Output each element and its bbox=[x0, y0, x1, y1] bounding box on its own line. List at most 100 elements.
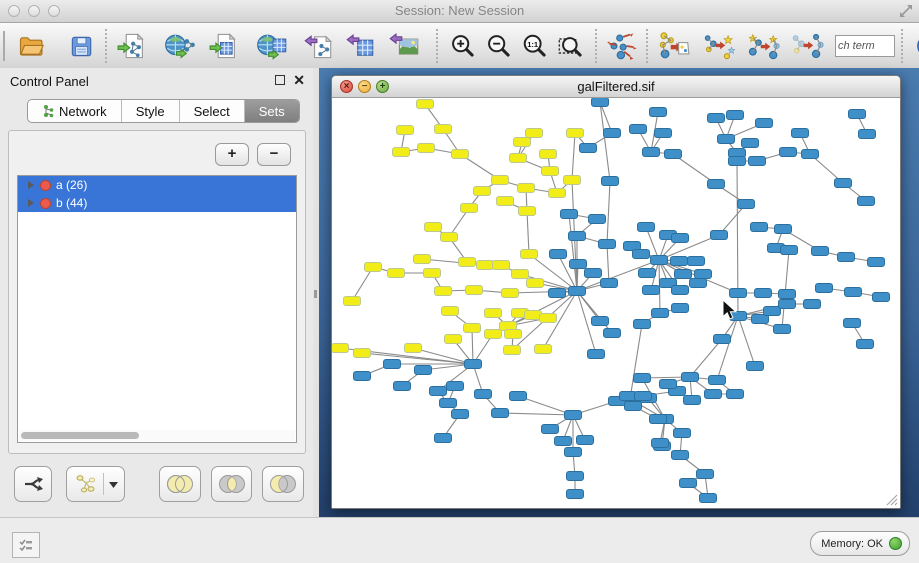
network-node[interactable] bbox=[365, 263, 382, 272]
network-graph[interactable] bbox=[332, 98, 900, 508]
network-node[interactable] bbox=[570, 260, 587, 269]
network-node[interactable] bbox=[415, 366, 432, 375]
network-node[interactable] bbox=[604, 129, 621, 138]
network-node[interactable] bbox=[464, 324, 481, 333]
set-row-a[interactable]: a (26) bbox=[18, 176, 296, 194]
network-node[interactable] bbox=[779, 300, 796, 309]
network-node[interactable] bbox=[585, 269, 602, 278]
network-node[interactable] bbox=[638, 223, 655, 232]
network-node[interactable] bbox=[711, 231, 728, 240]
expand-triangle-icon[interactable] bbox=[28, 199, 34, 207]
network-edge[interactable] bbox=[472, 328, 473, 364]
network-node[interactable] bbox=[625, 402, 642, 411]
import-network-url-button[interactable] bbox=[162, 28, 198, 64]
network-node[interactable] bbox=[620, 392, 637, 401]
network-node[interactable] bbox=[873, 293, 890, 302]
network-node[interactable] bbox=[540, 314, 557, 323]
network-node[interactable] bbox=[697, 470, 714, 479]
network-node[interactable] bbox=[519, 207, 536, 216]
network-node[interactable] bbox=[442, 307, 459, 316]
network-node[interactable] bbox=[708, 114, 725, 123]
show-all-button[interactable] bbox=[789, 28, 825, 64]
network-node[interactable] bbox=[727, 111, 744, 120]
apply-layout-button[interactable] bbox=[604, 28, 640, 64]
network-node[interactable] bbox=[812, 247, 829, 256]
network-node[interactable] bbox=[492, 409, 509, 418]
network-node[interactable] bbox=[671, 257, 688, 266]
union-sets-button[interactable] bbox=[159, 466, 201, 502]
network-node[interactable] bbox=[332, 344, 349, 353]
network-node[interactable] bbox=[643, 148, 660, 157]
network-node[interactable] bbox=[655, 129, 672, 138]
network-node[interactable] bbox=[393, 148, 410, 157]
network-node[interactable] bbox=[592, 317, 609, 326]
scrollbar-thumb[interactable] bbox=[21, 432, 139, 439]
network-node[interactable] bbox=[844, 319, 861, 328]
network-edge[interactable] bbox=[630, 324, 642, 399]
network-node[interactable] bbox=[569, 232, 586, 241]
network-node[interactable] bbox=[755, 289, 772, 298]
network-node[interactable] bbox=[394, 382, 411, 391]
create-set-from-network-button[interactable] bbox=[66, 466, 125, 502]
network-node[interactable] bbox=[675, 270, 692, 279]
network-node[interactable] bbox=[540, 150, 557, 159]
frame-resize-grip[interactable] bbox=[886, 494, 898, 506]
network-node[interactable] bbox=[775, 225, 792, 234]
network-node[interactable] bbox=[652, 309, 669, 318]
network-node[interactable] bbox=[418, 144, 435, 153]
network-node[interactable] bbox=[792, 129, 809, 138]
network-node[interactable] bbox=[447, 382, 464, 391]
network-node[interactable] bbox=[477, 261, 494, 270]
network-node[interactable] bbox=[510, 154, 527, 163]
network-node[interactable] bbox=[727, 390, 744, 399]
network-node[interactable] bbox=[802, 150, 819, 159]
network-edge[interactable] bbox=[413, 348, 473, 364]
network-node[interactable] bbox=[344, 297, 361, 306]
network-node[interactable] bbox=[708, 180, 725, 189]
network-node[interactable] bbox=[751, 223, 768, 232]
network-node[interactable] bbox=[493, 261, 510, 270]
zoom-out-button[interactable] bbox=[481, 28, 517, 64]
network-node[interactable] bbox=[535, 345, 552, 354]
network-node[interactable] bbox=[567, 490, 584, 499]
network-node[interactable] bbox=[868, 258, 885, 267]
network-node[interactable] bbox=[405, 344, 422, 353]
network-edge[interactable] bbox=[527, 211, 529, 254]
split-set-button[interactable] bbox=[14, 466, 52, 502]
network-node[interactable] bbox=[684, 396, 701, 405]
intersection-sets-button[interactable] bbox=[211, 466, 253, 502]
network-node[interactable] bbox=[764, 307, 781, 316]
new-network-from-selection-button[interactable] bbox=[655, 28, 691, 64]
network-node[interactable] bbox=[527, 279, 544, 288]
network-node[interactable] bbox=[565, 448, 582, 457]
export-table-button[interactable] bbox=[342, 28, 378, 64]
network-node[interactable] bbox=[749, 157, 766, 166]
network-node[interactable] bbox=[634, 320, 651, 329]
network-node[interactable] bbox=[672, 234, 689, 243]
network-node[interactable] bbox=[354, 372, 371, 381]
network-node[interactable] bbox=[835, 179, 852, 188]
network-node[interactable] bbox=[665, 150, 682, 159]
network-node[interactable] bbox=[660, 380, 677, 389]
network-node[interactable] bbox=[549, 289, 566, 298]
network-node[interactable] bbox=[542, 425, 559, 434]
network-edge[interactable] bbox=[607, 244, 609, 283]
export-network-button[interactable] bbox=[300, 28, 336, 64]
network-node[interactable] bbox=[599, 240, 616, 249]
network-node[interactable] bbox=[682, 373, 699, 382]
network-node[interactable] bbox=[441, 233, 458, 242]
network-node[interactable] bbox=[384, 360, 401, 369]
network-node[interactable] bbox=[512, 270, 529, 279]
network-window[interactable]: × − + galFiltered.sif bbox=[331, 75, 901, 509]
network-node[interactable] bbox=[417, 100, 434, 109]
horizontal-scrollbar[interactable] bbox=[19, 430, 295, 441]
network-node[interactable] bbox=[742, 139, 759, 148]
network-node[interactable] bbox=[774, 325, 791, 334]
network-node[interactable] bbox=[592, 98, 609, 107]
network-node[interactable] bbox=[714, 335, 731, 344]
network-node[interactable] bbox=[550, 250, 567, 259]
network-node[interactable] bbox=[652, 439, 669, 448]
network-node[interactable] bbox=[514, 138, 531, 147]
network-node[interactable] bbox=[425, 223, 442, 232]
network-node[interactable] bbox=[466, 286, 483, 295]
